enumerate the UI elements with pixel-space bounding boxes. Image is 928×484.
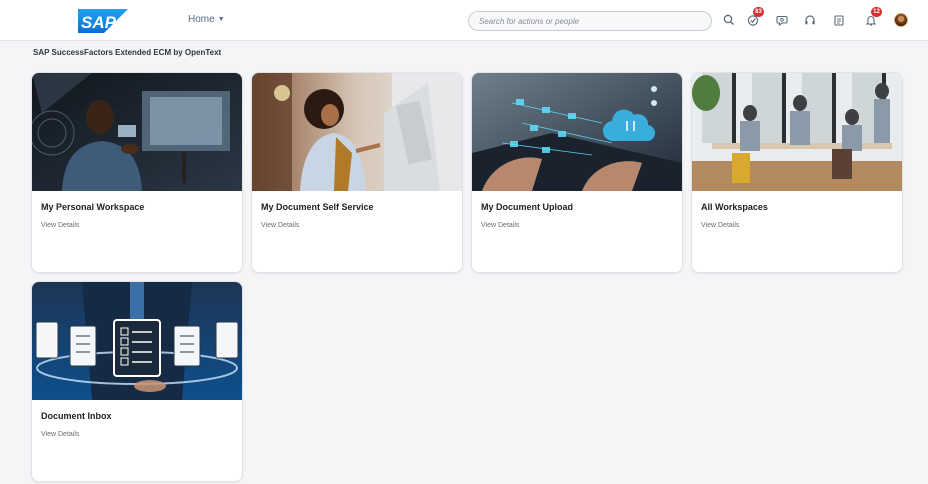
task-check-icon[interactable]: 83 bbox=[746, 7, 764, 27]
tile-my-document-self-service[interactable]: My Document Self Service View Details bbox=[252, 73, 462, 272]
tasks-badge: 83 bbox=[753, 7, 764, 17]
sap-logo-text: SAP bbox=[81, 13, 117, 32]
notes-icon[interactable] bbox=[832, 13, 846, 27]
chevron-down-icon: ▼ bbox=[217, 16, 225, 23]
view-details-link[interactable]: View Details bbox=[261, 222, 299, 229]
tile-title: My Personal Workspace bbox=[41, 202, 145, 212]
tile-title: All Workspaces bbox=[701, 202, 768, 212]
avatar[interactable] bbox=[894, 13, 908, 27]
sap-logo[interactable]: SAP bbox=[78, 9, 128, 33]
view-details-link[interactable]: View Details bbox=[481, 222, 519, 229]
home-menu-button[interactable]: Home ▼ bbox=[188, 14, 225, 25]
tile-title: Document Inbox bbox=[41, 411, 112, 421]
headset-icon[interactable] bbox=[803, 13, 817, 27]
clipboard-checklist-image bbox=[32, 282, 242, 400]
search-icon[interactable] bbox=[722, 13, 736, 27]
tile-document-inbox[interactable]: Document Inbox View Details bbox=[32, 282, 242, 481]
view-details-link[interactable]: View Details bbox=[41, 222, 79, 229]
bell-icon[interactable]: 12 bbox=[864, 7, 882, 27]
woman-kiosk-image bbox=[252, 73, 462, 191]
page-title: SAP SuccessFactors Extended ECM by OpenT… bbox=[33, 48, 222, 57]
tile-my-personal-workspace[interactable]: My Personal Workspace View Details bbox=[32, 73, 242, 272]
tile-all-workspaces[interactable]: All Workspaces View Details bbox=[692, 73, 902, 272]
chat-icon[interactable] bbox=[775, 13, 789, 27]
office-team-image bbox=[692, 73, 902, 191]
tile-title: My Document Self Service bbox=[261, 202, 374, 212]
view-details-link[interactable]: View Details bbox=[41, 431, 79, 438]
notifications-badge: 12 bbox=[871, 7, 882, 17]
tile-title: My Document Upload bbox=[481, 202, 574, 212]
search-input[interactable] bbox=[468, 11, 712, 31]
man-touchscreen-image bbox=[32, 73, 242, 191]
view-details-link[interactable]: View Details bbox=[701, 222, 739, 229]
tile-my-document-upload[interactable]: My Document Upload View Details bbox=[472, 73, 682, 272]
cloud-upload-laptop-image bbox=[472, 73, 682, 191]
home-label: Home bbox=[188, 14, 215, 25]
shell-bar: SAP Home▼ 83 12 bbox=[0, 0, 928, 41]
